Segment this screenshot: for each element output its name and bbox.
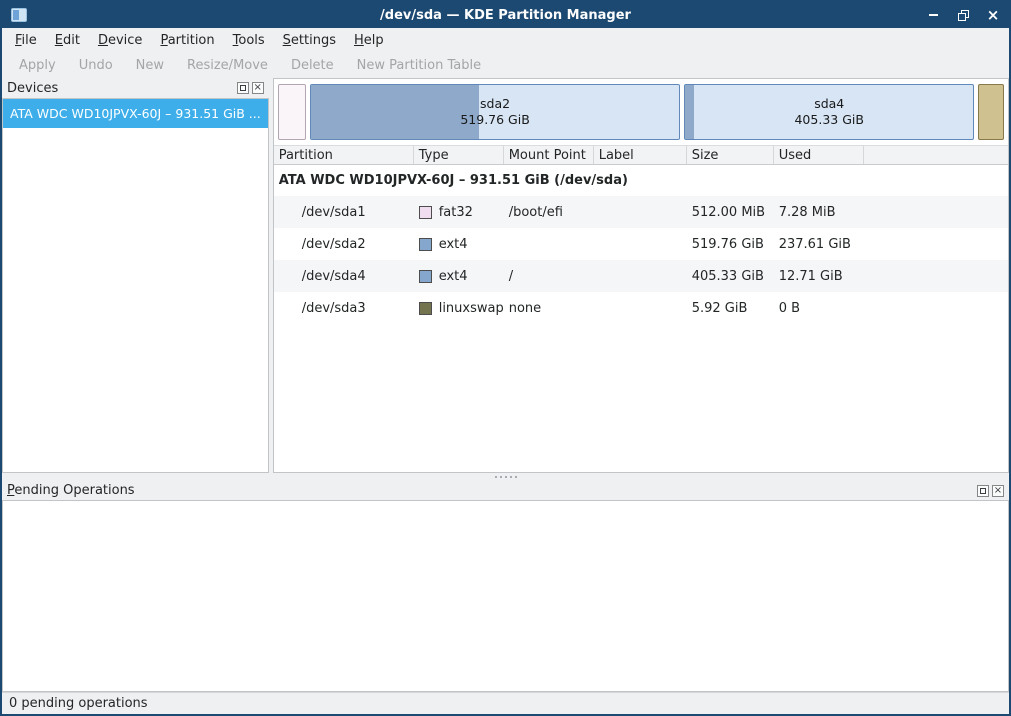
menu-file[interactable]: File	[6, 30, 46, 51]
devices-panel-buttons: ×	[237, 82, 264, 94]
apply-button[interactable]: Apply	[10, 54, 65, 77]
used-space-fill	[311, 85, 480, 139]
segment-name: sda4	[814, 96, 844, 112]
menu-tools[interactable]: Tools	[224, 30, 274, 51]
size-cell: 519.76 GiB	[687, 237, 774, 252]
devices-panel-header: Devices ×	[2, 78, 269, 98]
table-row[interactable]: /dev/sda4 ext4 / 405.33 GiB 12.71 GiB	[274, 260, 1008, 292]
restore-icon[interactable]	[956, 8, 970, 22]
type-cell: ext4	[414, 237, 504, 252]
table-header: Partition Type Mount Point Label Size Us…	[274, 145, 1008, 165]
table-row[interactable]: /dev/sda1 fat32 /boot/efi 512.00 MiB 7.2…	[274, 196, 1008, 228]
partition-segment-sda2[interactable]: sda2 519.76 GiB	[310, 84, 681, 140]
menu-help[interactable]: Help	[345, 30, 393, 51]
column-header-size[interactable]: Size	[687, 146, 774, 164]
tool-bar: Apply Undo New Resize/Move Delete New Pa…	[2, 52, 1009, 78]
status-text: 0 pending operations	[9, 696, 148, 711]
menu-edit[interactable]: Edit	[46, 30, 89, 51]
size-cell: 405.33 GiB	[687, 269, 774, 284]
app-icon	[11, 8, 27, 22]
devices-panel-title: Devices	[7, 81, 58, 96]
table-row[interactable]: /dev/sda3 linuxswap none 5.92 GiB 0 B	[274, 292, 1008, 324]
devices-panel: Devices × ATA WDC WD10JPVX-60J – 931.51 …	[2, 78, 269, 473]
partition-cell: /dev/sda4	[274, 269, 414, 284]
segment-name: sda2	[480, 96, 510, 112]
title-bar[interactable]: /dev/sda — KDE Partition Manager ×	[2, 2, 1009, 28]
table-row[interactable]: /dev/sda2 ext4 519.76 GiB 237.61 GiB	[274, 228, 1008, 260]
menu-partition[interactable]: Partition	[151, 30, 223, 51]
window-title: /dev/sda — KDE Partition Manager	[2, 8, 1009, 23]
close-icon[interactable]: ×	[992, 485, 1004, 497]
new-button[interactable]: New	[127, 54, 173, 77]
close-icon[interactable]: ×	[252, 82, 264, 94]
minimize-icon[interactable]	[926, 8, 940, 22]
resize-move-button[interactable]: Resize/Move	[178, 54, 277, 77]
column-header-used[interactable]: Used	[774, 146, 864, 164]
type-cell: ext4	[414, 269, 504, 284]
device-group-row[interactable]: ATA WDC WD10JPVX-60J – 931.51 GiB (/dev/…	[274, 165, 1008, 196]
status-bar: 0 pending operations	[2, 692, 1009, 714]
close-icon[interactable]: ×	[986, 8, 1000, 22]
pending-panel-buttons: ×	[977, 485, 1004, 497]
partition-bar: sda2 519.76 GiB sda4 405.33 GiB	[274, 79, 1008, 145]
used-cell: 7.28 MiB	[774, 205, 864, 220]
column-header-partition[interactable]: Partition	[274, 146, 414, 164]
filesystem-color-swatch	[419, 238, 432, 251]
segment-size: 519.76 GiB	[460, 112, 529, 128]
delete-button[interactable]: Delete	[282, 54, 343, 77]
pending-operations-title: Pending Operations	[7, 483, 135, 498]
splitter-handle[interactable]	[2, 473, 1009, 481]
filesystem-type: fat32	[439, 205, 473, 220]
used-cell: 12.71 GiB	[774, 269, 864, 284]
float-icon[interactable]	[977, 485, 989, 497]
filesystem-type: linuxswap	[439, 301, 504, 316]
mount-point-cell: none	[504, 301, 594, 316]
column-header-label[interactable]: Label	[594, 146, 687, 164]
device-list-item[interactable]: ATA WDC WD10JPVX-60J – 931.51 GiB ...	[3, 99, 268, 128]
column-header-type[interactable]: Type	[414, 146, 504, 164]
partition-segment-sda3[interactable]	[978, 84, 1004, 140]
new-partition-table-button[interactable]: New Partition Table	[348, 54, 490, 77]
used-cell: 0 B	[774, 301, 864, 316]
menu-settings[interactable]: Settings	[274, 30, 345, 51]
segment-size: 405.33 GiB	[794, 112, 863, 128]
column-header-filler	[864, 146, 1008, 164]
filesystem-type: ext4	[439, 237, 468, 252]
pending-operations-list	[2, 500, 1009, 692]
partition-segment-sda1[interactable]	[278, 84, 306, 140]
table-empty-area	[274, 324, 1008, 472]
filesystem-type: ext4	[439, 269, 468, 284]
filesystem-color-swatch	[419, 206, 432, 219]
undo-button[interactable]: Undo	[70, 54, 122, 77]
size-cell: 512.00 MiB	[687, 205, 774, 220]
app-window: /dev/sda — KDE Partition Manager × File …	[0, 0, 1011, 716]
menu-bar: File Edit Device Partition Tools Setting…	[2, 28, 1009, 52]
used-cell: 237.61 GiB	[774, 237, 864, 252]
pending-operations-panel: Pending Operations ×	[2, 481, 1009, 692]
mount-point-cell: /	[504, 269, 594, 284]
window-controls: ×	[926, 8, 1000, 22]
menu-device[interactable]: Device	[89, 30, 151, 51]
type-cell: linuxswap	[414, 301, 504, 316]
type-cell: fat32	[414, 205, 504, 220]
partition-cell: /dev/sda2	[274, 237, 414, 252]
pending-operations-header: Pending Operations ×	[2, 481, 1009, 500]
float-icon[interactable]	[237, 82, 249, 94]
partition-cell: /dev/sda3	[274, 301, 414, 316]
partition-cell: /dev/sda1	[274, 205, 414, 220]
used-space-fill	[685, 85, 694, 139]
filesystem-color-swatch	[419, 302, 432, 315]
filesystem-color-swatch	[419, 270, 432, 283]
partition-view: sda2 519.76 GiB sda4 405.33 GiB Partitio…	[273, 78, 1009, 473]
device-list: ATA WDC WD10JPVX-60J – 931.51 GiB ...	[2, 98, 269, 473]
partition-segment-sda4[interactable]: sda4 405.33 GiB	[684, 84, 974, 140]
mount-point-cell: /boot/efi	[504, 205, 594, 220]
main-area: Devices × ATA WDC WD10JPVX-60J – 931.51 …	[2, 78, 1009, 473]
size-cell: 5.92 GiB	[687, 301, 774, 316]
column-header-mount-point[interactable]: Mount Point	[504, 146, 594, 164]
